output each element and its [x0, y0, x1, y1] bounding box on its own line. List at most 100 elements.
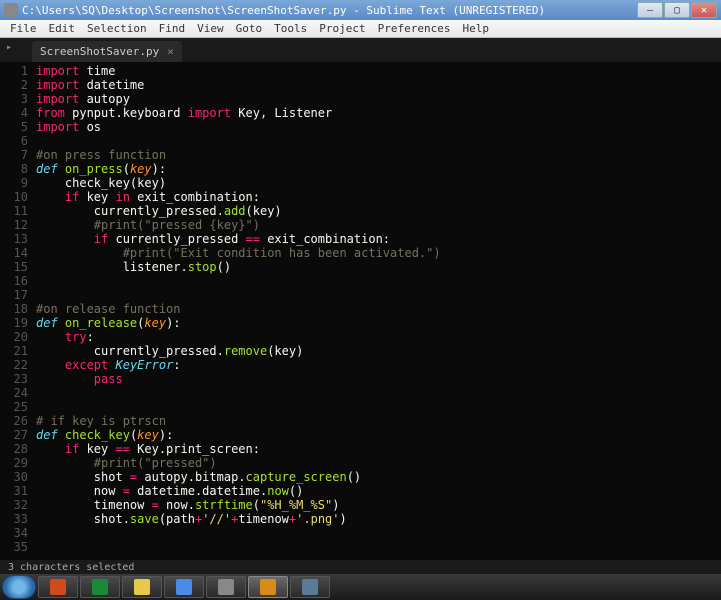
line-number: 10 [2, 190, 28, 204]
menu-find[interactable]: Find [153, 20, 192, 37]
code-line[interactable]: #on release function [36, 302, 721, 316]
code-line[interactable]: if key == Key.print_screen: [36, 442, 721, 456]
status-bar: 3 characters selected [0, 560, 721, 574]
code-line[interactable] [36, 274, 721, 288]
line-number: 26 [2, 414, 28, 428]
code-editor[interactable]: 1234567891011121314151617181920212223242… [0, 62, 721, 560]
code-line[interactable] [36, 400, 721, 414]
taskbar-excel[interactable] [80, 576, 120, 598]
menu-file[interactable]: File [4, 20, 43, 37]
taskbar-explorer[interactable] [122, 576, 162, 598]
chrome-icon [176, 579, 192, 595]
code-line[interactable]: shot = autopy.bitmap.capture_screen() [36, 470, 721, 484]
excel-icon [92, 579, 108, 595]
menu-tools[interactable]: Tools [268, 20, 313, 37]
code-line[interactable]: from pynput.keyboard import Key, Listene… [36, 106, 721, 120]
code-line[interactable]: if currently_pressed == exit_combination… [36, 232, 721, 246]
code-line[interactable] [36, 526, 721, 540]
code-line[interactable]: listener.stop() [36, 260, 721, 274]
line-number: 4 [2, 106, 28, 120]
sidebar-toggle-icon[interactable]: ▸ [6, 42, 12, 53]
line-number: 11 [2, 204, 28, 218]
line-number: 34 [2, 526, 28, 540]
tab-close-icon[interactable]: × [167, 45, 174, 58]
explorer-icon [134, 579, 150, 595]
code-line[interactable]: try: [36, 330, 721, 344]
code-line[interactable]: def on_press(key): [36, 162, 721, 176]
taskbar-powerpoint[interactable] [38, 576, 78, 598]
menu-help[interactable]: Help [456, 20, 495, 37]
maximize-button[interactable]: ▢ [664, 2, 690, 18]
code-line[interactable] [36, 134, 721, 148]
line-number: 13 [2, 232, 28, 246]
code-line[interactable]: def on_release(key): [36, 316, 721, 330]
code-line[interactable]: timenow = now.strftime("%H_%M_%S") [36, 498, 721, 512]
line-number: 35 [2, 540, 28, 554]
menu-project[interactable]: Project [313, 20, 371, 37]
line-number: 32 [2, 498, 28, 512]
app-icon [302, 579, 318, 595]
line-number: 9 [2, 176, 28, 190]
line-number: 20 [2, 330, 28, 344]
code-line[interactable]: now = datetime.datetime.now() [36, 484, 721, 498]
code-line[interactable]: #print("pressed {key}") [36, 218, 721, 232]
menu-edit[interactable]: Edit [43, 20, 82, 37]
line-number: 5 [2, 120, 28, 134]
line-number: 18 [2, 302, 28, 316]
taskbar-app[interactable] [290, 576, 330, 598]
windows-taskbar [0, 574, 721, 600]
line-number: 17 [2, 288, 28, 302]
code-line[interactable]: pass [36, 372, 721, 386]
line-gutter: 1234567891011121314151617181920212223242… [0, 62, 36, 560]
menu-goto[interactable]: Goto [230, 20, 269, 37]
code-line[interactable]: #print("pressed") [36, 456, 721, 470]
line-number: 1 [2, 64, 28, 78]
code-line[interactable]: import datetime [36, 78, 721, 92]
code-line[interactable]: import time [36, 64, 721, 78]
code-area[interactable]: import timeimport datetimeimport autopyf… [36, 62, 721, 560]
taskbar-chrome[interactable] [164, 576, 204, 598]
line-number: 19 [2, 316, 28, 330]
line-number: 33 [2, 512, 28, 526]
line-number: 7 [2, 148, 28, 162]
code-line[interactable]: currently_pressed.add(key) [36, 204, 721, 218]
code-line[interactable]: import os [36, 120, 721, 134]
code-line[interactable]: #on press function [36, 148, 721, 162]
menu-bar: FileEditSelectionFindViewGotoToolsProjec… [0, 20, 721, 38]
code-line[interactable]: shot.save(path+'//'+timenow+'.png') [36, 512, 721, 526]
code-line[interactable]: currently_pressed.remove(key) [36, 344, 721, 358]
code-line[interactable]: # if key is ptrscn [36, 414, 721, 428]
code-line[interactable]: import autopy [36, 92, 721, 106]
tab-bar: ▸ ScreenShotSaver.py × [0, 38, 721, 62]
line-number: 6 [2, 134, 28, 148]
code-line[interactable]: #print("Exit condition has been activate… [36, 246, 721, 260]
tab-file[interactable]: ScreenShotSaver.py × [32, 41, 182, 62]
taskbar-double-arrow[interactable] [206, 576, 246, 598]
code-line[interactable] [36, 386, 721, 400]
line-number: 14 [2, 246, 28, 260]
close-button[interactable]: ✕ [691, 2, 717, 18]
code-line[interactable]: except KeyError: [36, 358, 721, 372]
line-number: 12 [2, 218, 28, 232]
line-number: 29 [2, 456, 28, 470]
window-titlebar[interactable]: C:\Users\SQ\Desktop\Screenshot\ScreenSho… [0, 0, 721, 20]
line-number: 31 [2, 484, 28, 498]
menu-preferences[interactable]: Preferences [372, 20, 457, 37]
menu-view[interactable]: View [191, 20, 230, 37]
sublime-icon [260, 579, 276, 595]
code-line[interactable]: def check_key(key): [36, 428, 721, 442]
code-line[interactable] [36, 540, 721, 554]
code-line[interactable]: check_key(key) [36, 176, 721, 190]
taskbar-sublime[interactable] [248, 576, 288, 598]
double-arrow-icon [218, 579, 234, 595]
line-number: 22 [2, 358, 28, 372]
line-number: 15 [2, 260, 28, 274]
start-button[interactable] [2, 575, 36, 599]
minimize-button[interactable]: — [637, 2, 663, 18]
code-line[interactable] [36, 288, 721, 302]
line-number: 30 [2, 470, 28, 484]
code-line[interactable]: if key in exit_combination: [36, 190, 721, 204]
window-controls: — ▢ ✕ [637, 2, 717, 18]
line-number: 25 [2, 400, 28, 414]
menu-selection[interactable]: Selection [81, 20, 153, 37]
